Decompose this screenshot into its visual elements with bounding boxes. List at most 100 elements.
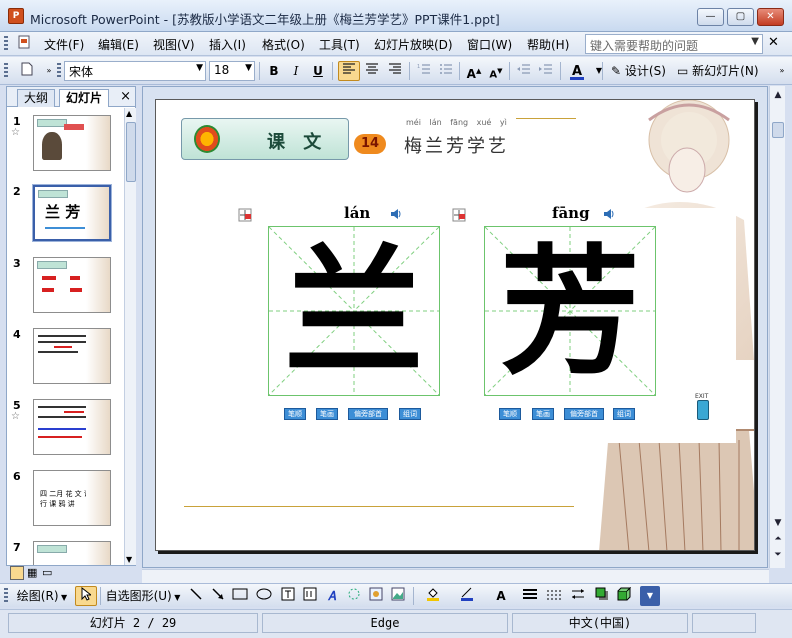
font-name-select[interactable]: 宋体 ▼ (64, 61, 206, 81)
arrow-tool-icon[interactable] (208, 586, 228, 606)
font-color-chevron-icon[interactable]: ▼ (589, 61, 609, 81)
tab-slides[interactable]: 幻灯片 (59, 89, 110, 107)
bold-button[interactable]: B (264, 61, 284, 81)
slide-thumbnail-row[interactable]: 4 (7, 328, 125, 390)
stroke-order-button[interactable]: 笔顺 (499, 408, 521, 420)
shadow-style-icon[interactable] (592, 586, 612, 606)
new-slide-button[interactable]: ▭ 新幻灯片(N) (674, 61, 764, 81)
slide-thumbnail-row[interactable]: 3 (7, 257, 125, 319)
maximize-button[interactable]: ▢ (727, 8, 754, 26)
scrollbar-thumb[interactable] (772, 122, 784, 138)
toolbar-grip-2[interactable] (57, 63, 61, 79)
line-tool-icon[interactable] (186, 586, 206, 606)
arrow-style-icon[interactable] (568, 586, 588, 606)
menu-tools[interactable]: 工具(T) (319, 36, 360, 53)
menu-view[interactable]: 视图(V) (153, 36, 195, 53)
chevron-down-icon[interactable]: ▼ (245, 63, 252, 73)
help-search-input[interactable]: 键入需要帮助的问题 ▼ (585, 34, 763, 54)
dash-style-icon[interactable] (544, 586, 564, 606)
word-building-button[interactable]: 组词 (613, 408, 635, 420)
vertical-textbox-icon[interactable] (300, 586, 320, 606)
increase-indent-icon[interactable] (536, 61, 556, 81)
chevron-down-icon[interactable]: ▼ (196, 63, 203, 73)
align-left-icon[interactable] (338, 61, 360, 81)
numbering-icon[interactable]: 1 (414, 61, 434, 81)
font-size-select[interactable]: 18 ▼ (209, 61, 255, 81)
autoshapes-menu-button[interactable]: 自选图形(U) ▼ (104, 586, 182, 606)
select-pointer-icon[interactable] (75, 586, 97, 606)
current-slide[interactable]: 课 文 14 méi lán fāng xué yì 梅兰芳学艺 lán 兰 笔… (155, 99, 755, 551)
line-style-icon[interactable] (520, 586, 540, 606)
toolbar-overflow-icon[interactable]: » (772, 61, 792, 81)
slideshow-view-icon[interactable]: ▭ (42, 566, 52, 579)
align-center-icon[interactable] (361, 61, 383, 81)
3d-style-icon[interactable] (614, 586, 634, 606)
close-document-icon[interactable]: ✕ (768, 35, 779, 50)
stroke-order-button[interactable]: 笔顺 (284, 408, 306, 420)
menu-file[interactable]: 文件(F) (44, 36, 84, 53)
slide-thumbnail-row[interactable]: 5 ☆ (7, 399, 125, 461)
editor-vertical-scrollbar[interactable]: ▲ ▼ ⏶ ⏷ (769, 86, 785, 568)
slide-thumbnail[interactable] (33, 541, 111, 565)
font-color-button[interactable]: A (566, 61, 588, 81)
close-button[interactable]: ✕ (757, 8, 784, 26)
speaker-icon[interactable] (390, 208, 402, 220)
close-pane-icon[interactable]: × (120, 89, 131, 104)
align-right-icon[interactable] (384, 61, 406, 81)
italic-button[interactable]: I (286, 61, 306, 81)
drawing-font-color-icon[interactable]: A (486, 586, 516, 606)
slide-thumbnail-selected[interactable]: 兰 芳 (33, 185, 111, 241)
scroll-down-icon[interactable]: ▼ (126, 555, 132, 564)
radical-button[interactable]: 偏旁部首 (564, 408, 604, 420)
new-document-icon[interactable] (16, 61, 38, 81)
menu-help[interactable]: 帮助(H) (527, 36, 569, 53)
previous-slide-icon[interactable]: ⏶ (771, 532, 785, 546)
decrease-indent-icon[interactable] (514, 61, 534, 81)
toolbar-options-icon[interactable]: » (39, 61, 59, 81)
draw-menu-button[interactable]: 绘图(R) ▼ (12, 586, 72, 606)
minimize-button[interactable]: — (697, 8, 724, 26)
slide-thumbnail[interactable] (33, 328, 111, 384)
scrollbar-thumb[interactable] (126, 122, 136, 182)
slide-thumbnail[interactable] (33, 115, 111, 171)
textbox-tool-icon[interactable] (278, 586, 298, 606)
doc-control-icon[interactable] (14, 34, 34, 52)
insert-picture-icon[interactable] (388, 586, 408, 606)
toolbar-grip[interactable] (4, 588, 8, 604)
bullets-icon[interactable] (436, 61, 456, 81)
slide-thumbnail-row[interactable]: 2 兰 芳 (7, 185, 125, 247)
exit-icon[interactable] (697, 400, 709, 420)
oval-tool-icon[interactable] (254, 586, 274, 606)
rectangle-tool-icon[interactable] (230, 586, 250, 606)
underline-button[interactable]: U (308, 61, 328, 81)
menu-edit[interactable]: 编辑(E) (98, 36, 139, 53)
radical-button[interactable]: 偏旁部首 (348, 408, 388, 420)
chevron-down-icon[interactable]: ▼ (751, 36, 759, 47)
menu-insert[interactable]: 插入(I) (209, 36, 246, 53)
line-color-icon[interactable] (452, 586, 482, 606)
design-button[interactable]: ✎ 设计(S) (608, 61, 672, 81)
slide-thumbnail-row[interactable]: 6 四 二月 花 文 课 行 课 鸦 讲 (7, 470, 125, 532)
slide-thumbnail[interactable] (33, 257, 111, 313)
slide-thumbnail-row[interactable]: 1 ☆ (7, 115, 125, 177)
increase-font-size-icon[interactable]: A▲ (464, 61, 484, 81)
speaker-icon[interactable] (603, 208, 615, 220)
scroll-up-icon[interactable]: ▲ (126, 109, 132, 118)
word-building-button[interactable]: 组词 (399, 408, 421, 420)
strokes-button[interactable]: 笔画 (532, 408, 554, 420)
slide-sorter-view-icon[interactable]: ▦ (27, 566, 37, 579)
strokes-button[interactable]: 笔画 (316, 408, 338, 420)
slide-thumbnail[interactable]: 四 二月 花 文 课 行 课 鸦 讲 (33, 470, 111, 526)
scroll-up-icon[interactable]: ▲ (771, 88, 785, 102)
move-handle-icon[interactable] (238, 208, 252, 222)
menu-window[interactable]: 窗口(W) (467, 36, 512, 53)
slide-thumbnail[interactable] (33, 399, 111, 455)
toolbar-grip[interactable] (4, 63, 8, 79)
scroll-down-icon[interactable]: ▼ (771, 516, 785, 530)
editor-horizontal-scrollbar[interactable] (142, 569, 769, 583)
slide-thumbnail-row[interactable]: 7 (7, 541, 125, 565)
slides-pane-scrollbar[interactable]: ▲ ▼ (124, 108, 136, 565)
toolbar-overflow-icon[interactable]: ▼ (640, 586, 660, 606)
clipart-icon[interactable] (366, 586, 386, 606)
menu-slideshow[interactable]: 幻灯片放映(D) (374, 36, 453, 53)
